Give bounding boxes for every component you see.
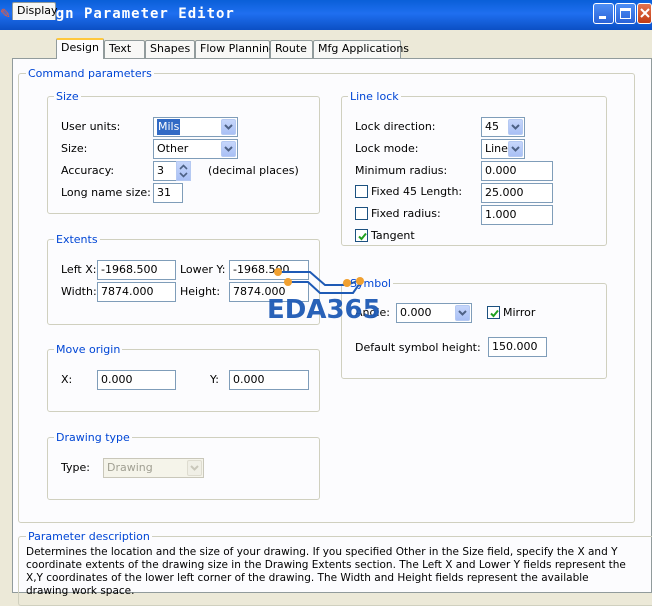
- fixed-45-length-label: Fixed 45 Length:: [371, 185, 463, 198]
- maximize-icon: [620, 8, 631, 19]
- chevron-down-icon: [455, 305, 470, 321]
- spin-arrows-icon: [179, 164, 188, 178]
- extents-group-label: Extents: [54, 233, 100, 246]
- tab-flow-planning[interactable]: Flow Planning: [195, 40, 276, 58]
- close-button[interactable]: [637, 3, 652, 24]
- parameter-description-text: Determines the location and the size of …: [26, 546, 626, 597]
- width-input[interactable]: 7874.000: [97, 282, 176, 302]
- origin-y-input[interactable]: 0.000: [229, 370, 309, 390]
- fixed-radius-input[interactable]: 1.000: [481, 205, 553, 225]
- angle-select[interactable]: 0.000: [396, 303, 472, 323]
- accuracy-stepper[interactable]: [176, 161, 191, 181]
- drawing-type-select[interactable]: Drawing: [103, 458, 204, 478]
- user-units-select[interactable]: Mils: [153, 117, 238, 137]
- tab-route[interactable]: Route: [270, 40, 313, 58]
- angle-value: 0.000: [400, 306, 432, 319]
- command-parameters-label: Command parameters: [26, 67, 154, 80]
- lock-direction-label: Lock direction:: [355, 120, 436, 133]
- user-units-label: User units:: [61, 120, 121, 133]
- checkmark-icon: [490, 309, 499, 318]
- default-symbol-height-input[interactable]: 150.000: [488, 337, 547, 357]
- minimize-button[interactable]: [593, 3, 614, 24]
- size-select[interactable]: Other: [153, 139, 238, 159]
- drawing-type-group-label: Drawing type: [54, 431, 132, 444]
- size-label: Size:: [61, 142, 88, 155]
- accuracy-label: Accuracy:: [61, 164, 115, 177]
- chevron-down-icon: [508, 119, 523, 135]
- minimize-icon: [599, 16, 606, 19]
- lower-y-label: Lower Y:: [180, 263, 226, 276]
- lock-direction-value: 45: [485, 120, 499, 133]
- fixed-radius-checkbox[interactable]: [355, 207, 368, 220]
- close-icon: [640, 8, 650, 18]
- accuracy-suffix: (decimal places): [208, 164, 299, 177]
- chevron-down-icon: [508, 141, 523, 157]
- chevron-down-icon: [221, 119, 236, 135]
- watermark-text: EDA365: [267, 295, 381, 325]
- lock-mode-label: Lock mode:: [355, 142, 419, 155]
- accuracy-input[interactable]: 3: [153, 161, 177, 181]
- minimum-radius-label: Minimum radius:: [355, 164, 448, 177]
- origin-y-label: Y:: [210, 373, 219, 386]
- fixed-45-length-input[interactable]: 25.000: [481, 183, 553, 203]
- origin-x-input[interactable]: 0.000: [97, 370, 176, 390]
- lock-mode-select[interactable]: Line: [481, 139, 525, 159]
- fixed-radius-label: Fixed radius:: [371, 207, 441, 220]
- long-name-size-label: Long name size:: [61, 186, 151, 199]
- chevron-down-icon: [187, 460, 202, 476]
- drawing-type-value: Drawing: [107, 461, 153, 474]
- tab-mfg-applications[interactable]: Mfg Applications: [313, 40, 409, 58]
- maximize-button[interactable]: [615, 3, 636, 24]
- tangent-label: Tangent: [371, 229, 415, 242]
- fixed-45-length-checkbox[interactable]: [355, 185, 368, 198]
- user-units-value: Mils: [157, 119, 181, 135]
- move-origin-group-label: Move origin: [54, 343, 123, 356]
- line-lock-group-label: Line lock: [348, 90, 401, 103]
- parameter-description-label: Parameter description: [26, 530, 152, 543]
- size-group-label: Size: [54, 90, 81, 103]
- tab-display[interactable]: Display: [12, 2, 58, 20]
- height-label: Height:: [180, 285, 221, 298]
- chevron-down-icon: [221, 141, 236, 157]
- default-symbol-height-label: Default symbol height:: [355, 341, 481, 354]
- left-x-label: Left X:: [61, 263, 97, 276]
- size-value: Other: [157, 142, 189, 155]
- title-bar: ✎ Design Parameter Editor: [0, 0, 652, 30]
- mirror-checkbox[interactable]: [487, 306, 500, 319]
- tab-shapes[interactable]: Shapes: [145, 40, 195, 58]
- minimum-radius-input[interactable]: 0.000: [481, 161, 553, 181]
- left-x-input[interactable]: -1968.500: [97, 260, 176, 280]
- tab-text[interactable]: Text: [104, 40, 145, 58]
- origin-x-label: X:: [61, 373, 73, 386]
- tangent-checkbox[interactable]: [355, 229, 368, 242]
- long-name-size-input[interactable]: 31: [153, 183, 183, 203]
- type-label: Type:: [61, 461, 90, 474]
- width-label: Width:: [61, 285, 97, 298]
- checkmark-icon: [358, 232, 367, 241]
- lock-mode-value: Line: [485, 142, 508, 155]
- tab-design[interactable]: Design: [56, 38, 104, 59]
- lock-direction-select[interactable]: 45: [481, 117, 525, 137]
- mirror-label: Mirror: [503, 306, 536, 319]
